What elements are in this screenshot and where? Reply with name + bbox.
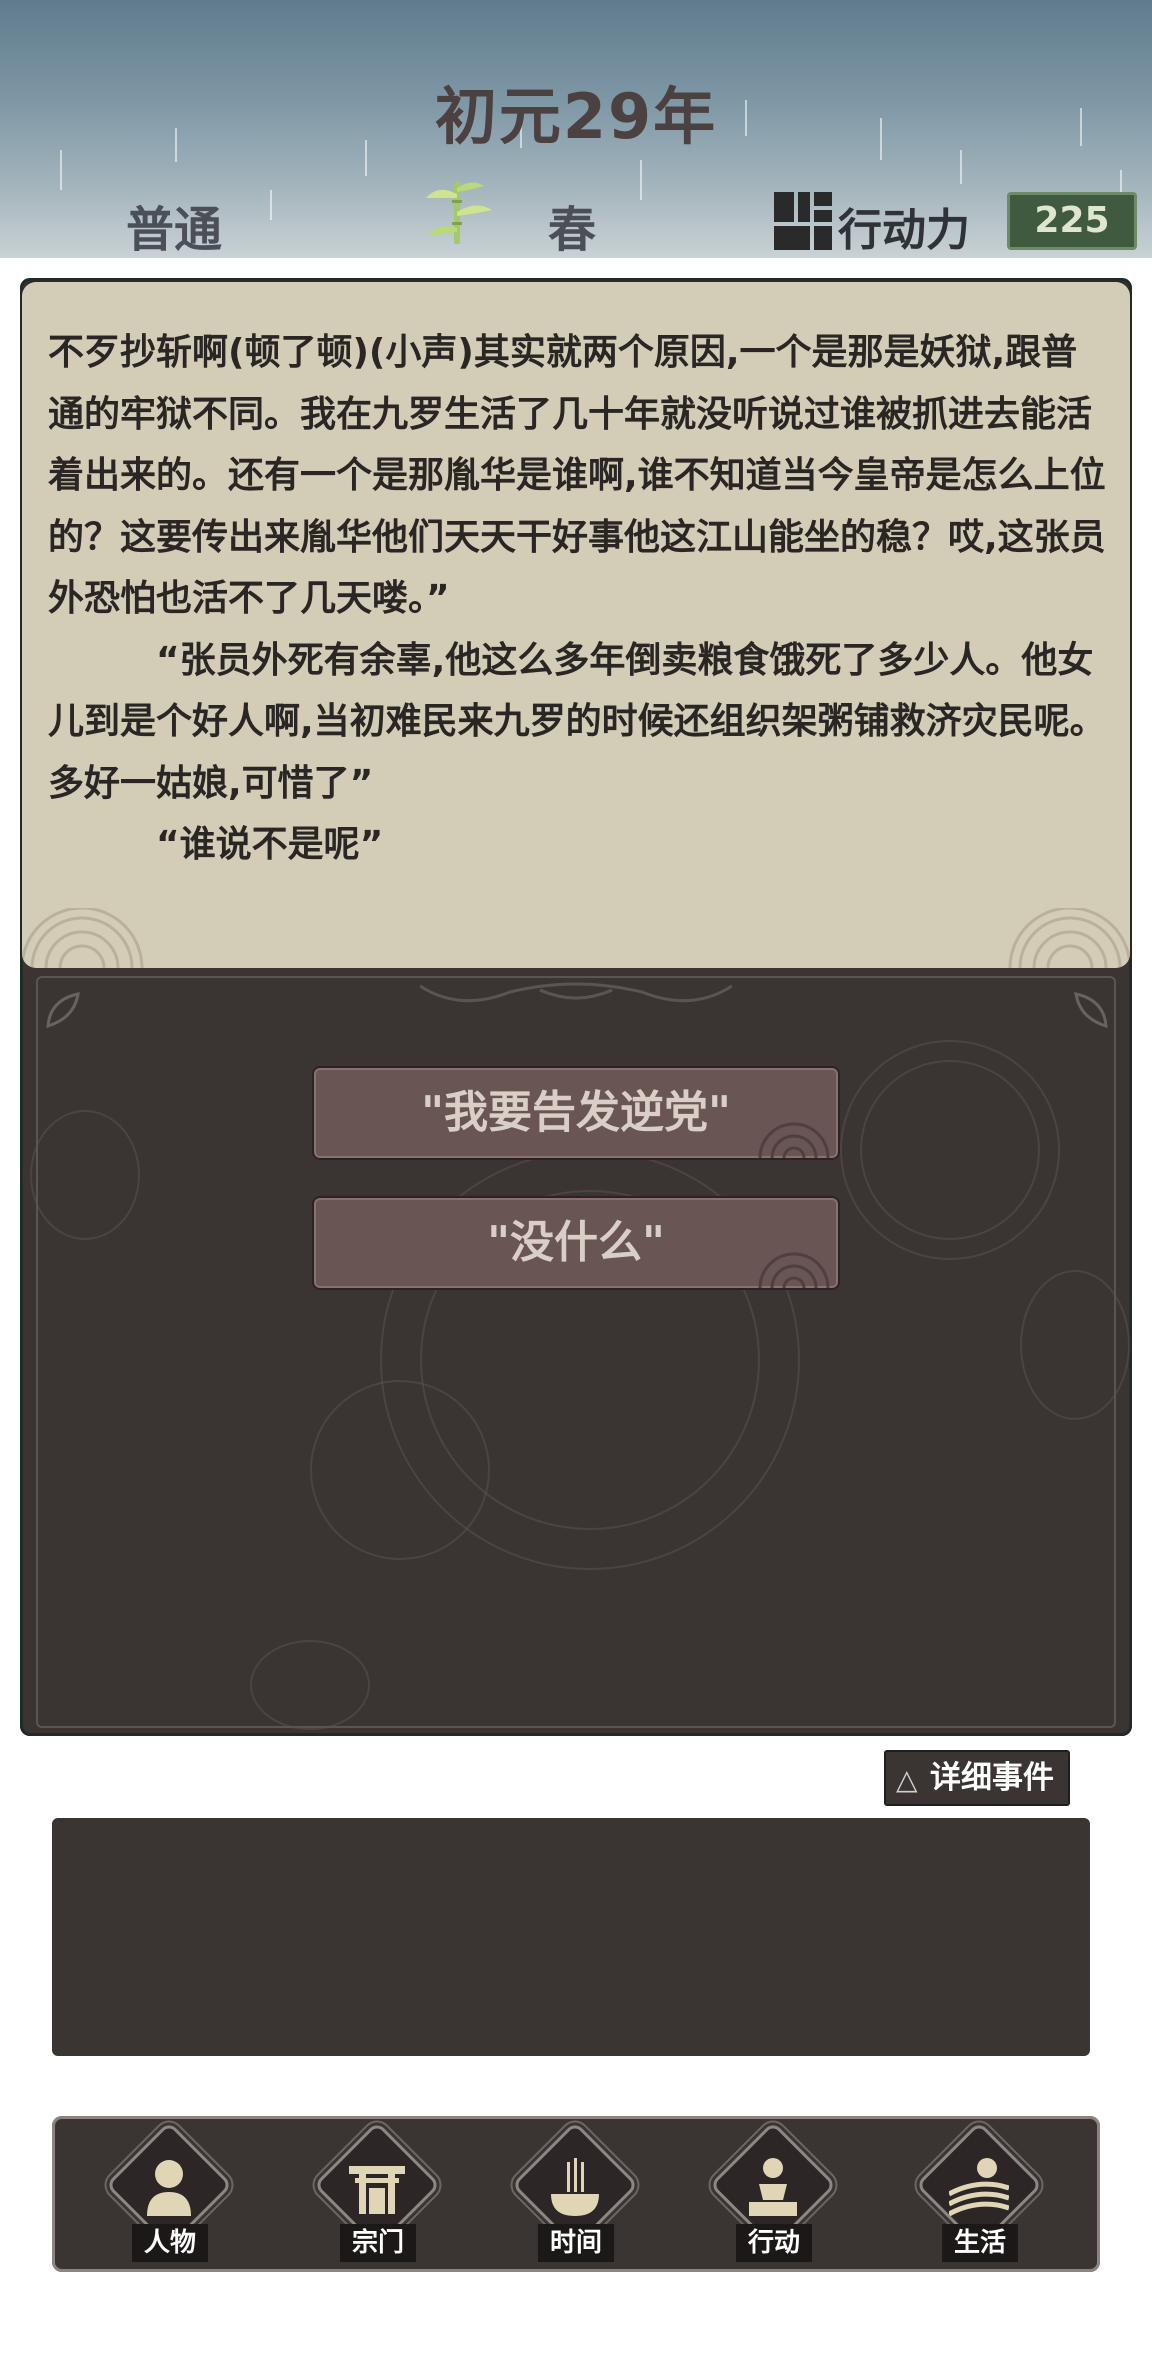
nav-item-time[interactable]: 时间	[500, 2121, 650, 2270]
rain-streak	[270, 190, 272, 220]
choice-label: "没什么"	[487, 1217, 665, 1268]
action-points-badge: 225	[1007, 192, 1137, 250]
swirl-ornament	[758, 1252, 830, 1288]
event-log-panel[interactable]	[52, 1818, 1090, 2056]
story-text-card: 不歹抄斩啊(顿了顿)(小声)其实就两个原因,一个是那是妖狱,跟普通的牢狱不同。我…	[22, 282, 1130, 968]
choice-button-nothing[interactable]: "没什么"	[312, 1196, 840, 1290]
nav-label: 宗门	[340, 2224, 416, 2262]
nav-item-action[interactable]: 行动	[698, 2121, 848, 2270]
nav-label: 时间	[538, 2224, 614, 2262]
story-paragraph: 不歹抄斩啊(顿了顿)(小声)其实就两个原因,一个是那是妖狱,跟普通的牢狱不同。我…	[48, 332, 1106, 619]
decorative-circle	[30, 1110, 140, 1240]
rain-streak	[640, 160, 642, 200]
cloud-swirl-ornament	[22, 908, 144, 968]
nav-item-person[interactable]: 人物	[94, 2121, 244, 2270]
story-text[interactable]: 不歹抄斩啊(顿了顿)(小声)其实就两个原因,一个是那是妖狱,跟普通的牢狱不同。我…	[48, 322, 1112, 922]
cloud-swirl-ornament	[1008, 908, 1130, 968]
leaf-ornament	[46, 992, 80, 1029]
cloud-ornament	[420, 982, 732, 1003]
decorative-circle	[860, 1060, 1040, 1240]
decorative-circle	[310, 1380, 490, 1560]
nav-label: 生活	[942, 2224, 1018, 2262]
detail-events-button[interactable]: △ 详细事件	[884, 1750, 1070, 1806]
action-points-label: 行动力	[838, 205, 970, 256]
season-label: 春	[548, 202, 597, 258]
life-landscape-icon	[949, 2158, 1009, 2217]
game-screen: 初元29年 普通 春 行动力 225 不歹抄斩啊(顿了顿)(小声)其实就两个原因…	[0, 0, 1152, 2376]
swirl-ornament	[758, 1122, 830, 1158]
decorative-circle	[1020, 1270, 1130, 1420]
incense-icon	[551, 2158, 599, 2216]
nav-label: 行动	[736, 2224, 812, 2262]
action-points-icon	[774, 192, 832, 250]
sect-gate-icon	[349, 2166, 405, 2214]
year-title: 初元29年	[434, 80, 718, 153]
choice-button-report[interactable]: "我要告发逆党"	[312, 1066, 840, 1160]
nav-item-sect[interactable]: 宗门	[302, 2121, 452, 2270]
leaf-ornament	[1074, 992, 1108, 1029]
person-icon	[147, 2160, 191, 2216]
action-icon	[749, 2158, 797, 2216]
story-paragraph: “张员外死有余辜,他这么多年倒卖粮食饿死了多少人。他女儿到是个好人啊,当初难民来…	[48, 639, 1106, 804]
triangle-icon: △	[896, 1763, 918, 1796]
story-paragraph: “谁说不是呢”	[156, 824, 384, 865]
decorative-circle	[250, 1640, 370, 1730]
header-bar: 初元29年 普通 春 行动力 225	[0, 0, 1152, 258]
choice-label: "我要告发逆党"	[421, 1087, 731, 1138]
detail-events-label: 详细事件	[930, 1760, 1054, 1796]
nav-item-life[interactable]: 生活	[904, 2121, 1054, 2270]
bamboo-season-icon	[426, 182, 492, 244]
nav-label: 人物	[132, 2224, 208, 2262]
difficulty-label: 普通	[126, 202, 223, 258]
rain-streak	[60, 150, 62, 190]
